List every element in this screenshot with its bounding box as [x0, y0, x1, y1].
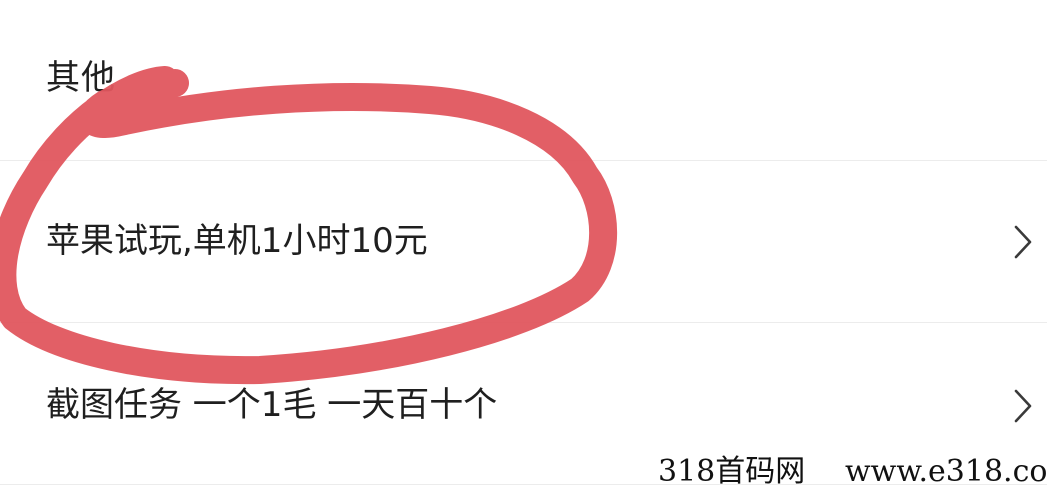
list-item-label: 苹果试玩,单机1小时10元 [46, 221, 428, 261]
list-item-screenshot-task[interactable]: 截图任务 一个1毛 一天百十个 [0, 323, 1047, 483]
section-header: 其他 [0, 0, 1047, 160]
list-item-label: 截图任务 一个1毛 一天百十个 [46, 385, 498, 425]
chevron-right-icon [1011, 387, 1035, 425]
divider [0, 484, 1047, 485]
section-header-label: 其他 [46, 58, 116, 98]
chevron-right-icon [1011, 223, 1035, 261]
settings-screen: 其他 苹果试玩,单机1小时10元 截图任务 一个1毛 一天百十个 318首码网 … [0, 0, 1047, 491]
list-item-apple-trial[interactable]: 苹果试玩,单机1小时10元 [0, 161, 1047, 321]
